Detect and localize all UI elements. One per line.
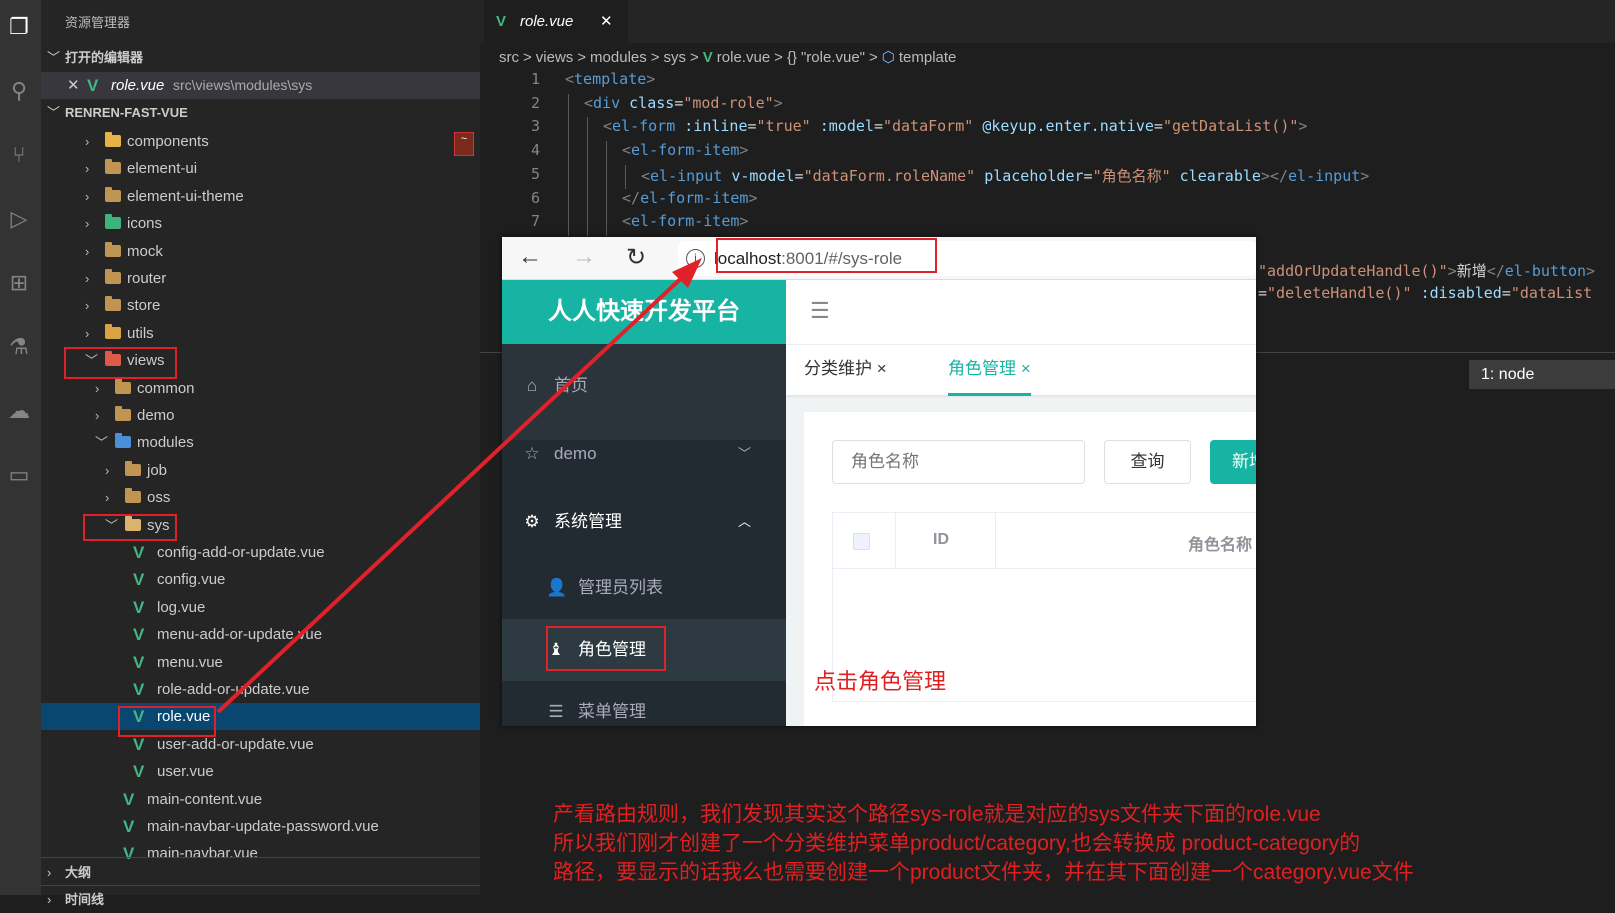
annotation-arrow: [216, 258, 702, 714]
arrow-line: [216, 268, 692, 714]
